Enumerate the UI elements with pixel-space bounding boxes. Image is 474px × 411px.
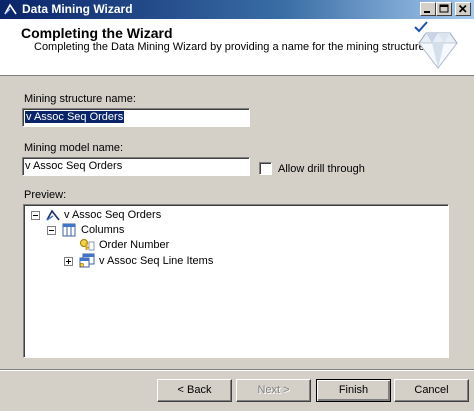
window-title: Data Mining Wizard [22,2,133,16]
close-button[interactable] [455,2,471,16]
page-subtitle: Completing the Data Mining Wizard by pro… [34,41,428,53]
minimize-icon [424,11,430,13]
allow-drill-through-checkbox[interactable] [259,162,272,175]
structure-name-input[interactable]: v Assoc Seq Orders [22,108,250,127]
maximize-icon [439,4,449,13]
structure-name-label: Mining structure name: [24,93,136,105]
mining-wizard-icon [4,3,17,15]
columns-icon [62,223,76,237]
mining-structure-icon [46,209,60,221]
maximize-button[interactable] [436,2,452,16]
next-button[interactable]: Next > [236,379,311,402]
allow-drill-through-label[interactable]: Allow drill through [278,163,365,176]
button-separator [0,369,474,371]
minimize-button[interactable] [420,2,436,16]
title-bar[interactable]: Data Mining Wizard [0,0,474,19]
wizard-header: Completing the Wizard Completing the Dat… [0,19,474,76]
structure-name-value: v Assoc Seq Orders [25,111,125,123]
diamond-icon [418,32,458,69]
cancel-button[interactable]: Cancel [394,379,469,402]
nested-expand-toggle[interactable] [64,257,73,266]
order-number-label[interactable]: Order Number [99,239,169,252]
preview-label: Preview: [24,189,67,201]
finish-button[interactable]: Finish [316,379,391,402]
wizard-window: Data Mining Wizard Completing the Wizard… [0,0,474,411]
columns-collapse-toggle[interactable] [47,226,56,235]
back-button[interactable]: < Back [157,379,232,402]
nested-table-icon [79,253,95,268]
model-name-label: Mining model name: [24,142,124,154]
tree-root-label[interactable]: v Assoc Seq Orders [64,209,161,222]
preview-tree[interactable]: v Assoc Seq Orders Columns Order Number [23,204,449,358]
close-icon [458,4,467,13]
nested-table-label[interactable]: v Assoc Seq Line Items [99,255,213,268]
page-title: Completing the Wizard [21,25,173,41]
root-collapse-toggle[interactable] [31,211,40,220]
key-icon [80,239,95,251]
model-name-input[interactable]: v Assoc Seq Orders [22,157,250,176]
columns-label[interactable]: Columns [81,224,124,237]
